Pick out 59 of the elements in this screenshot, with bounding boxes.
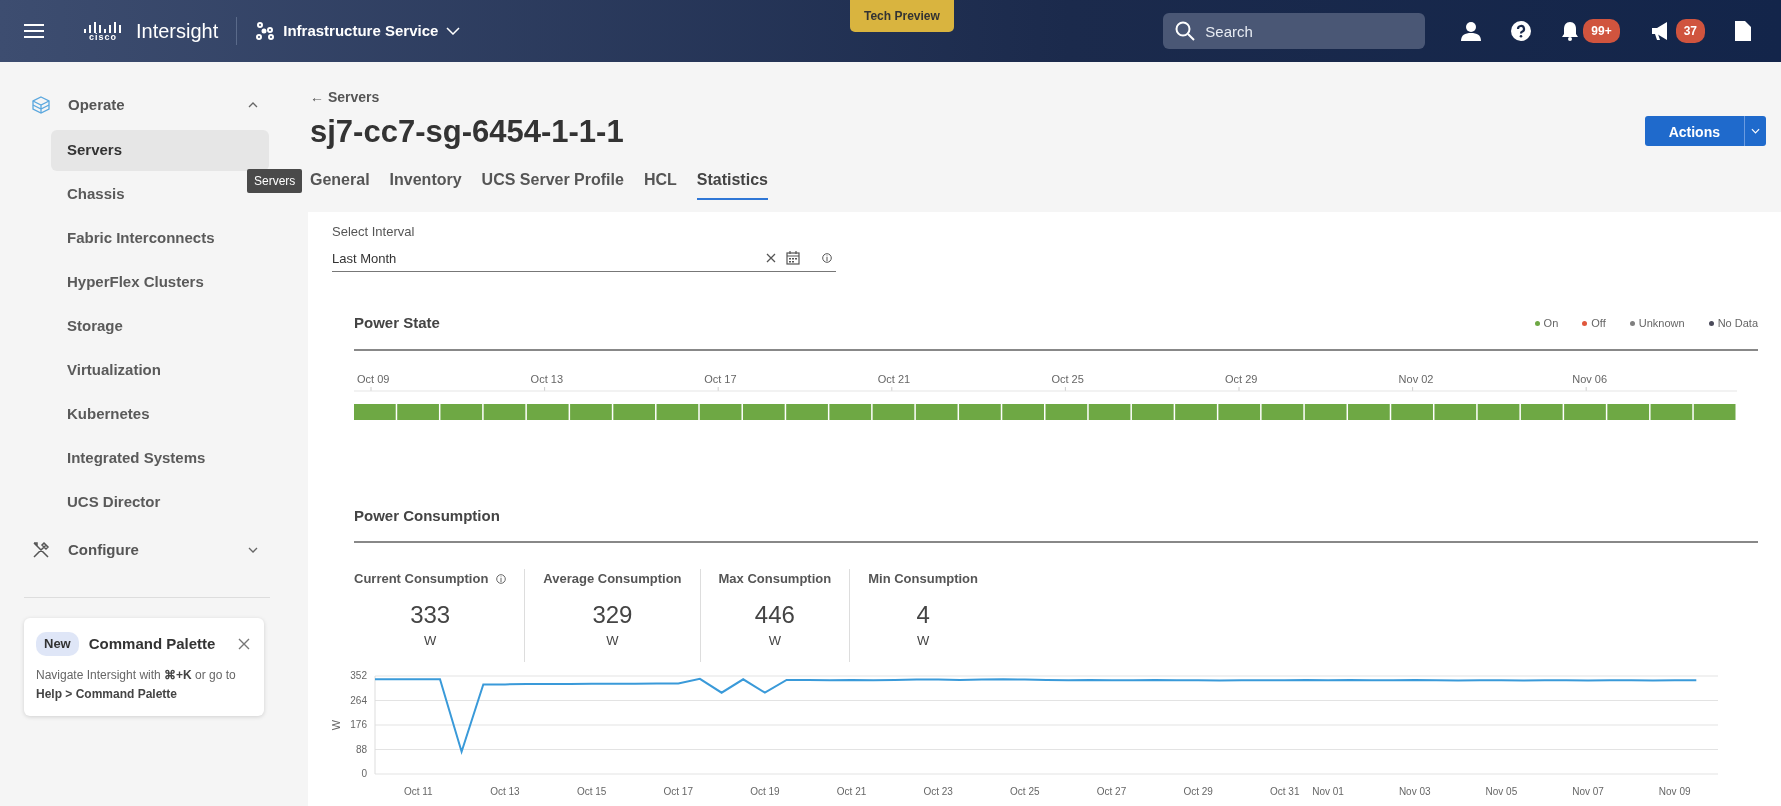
section-title: Power State: [354, 313, 440, 334]
y-axis-label: W: [330, 720, 342, 731]
x-tick-label: Oct 31: [1270, 786, 1300, 798]
y-tick-label: 352: [350, 670, 367, 682]
metric-value: 446: [753, 602, 796, 627]
card-title: Command Palette: [88, 633, 216, 654]
legend-label: No Data: [1717, 316, 1758, 332]
x-tick-label: Oct 21: [836, 786, 867, 798]
tech-preview-badge: Tech Preview: [850, 0, 954, 32]
metric-label: Average Consumption: [543, 570, 682, 589]
tooltip: Servers: [247, 169, 303, 193]
axis-label: Oct 13: [530, 372, 563, 385]
metric-unit: W: [915, 631, 931, 650]
x-tick-label: Nov 09: [1658, 786, 1691, 798]
x-tick-label: Oct 23: [923, 786, 953, 798]
metric-value: 329: [591, 602, 634, 627]
notification-count: 99+: [1583, 19, 1620, 43]
section-title: Power Consumption: [354, 505, 500, 526]
metric-unit: W: [605, 631, 620, 650]
x-tick-label: Oct 17: [663, 786, 693, 798]
app-name: Intersight: [136, 19, 219, 44]
y-tick-label: 176: [350, 719, 367, 731]
axis-label: Oct 09: [357, 372, 390, 385]
new-tag: New: [36, 632, 79, 656]
axis-label: Nov 06: [1572, 372, 1608, 385]
x-tick-label: Oct 11: [403, 786, 433, 798]
x-tick-label: Oct 13: [490, 786, 520, 798]
x-tick-label: Nov 07: [1572, 786, 1604, 798]
axis-label: Oct 21: [877, 372, 911, 385]
x-tick-label: Oct 27: [1096, 786, 1127, 798]
logo-text: cisco: [89, 32, 117, 42]
legend-label: Off: [1591, 316, 1606, 332]
x-tick-label: Nov 05: [1485, 786, 1518, 798]
legend-label: On: [1543, 316, 1559, 332]
axis-label: Oct 17: [704, 372, 737, 385]
axis-label: Nov 02: [1398, 372, 1434, 385]
metric-label: Max Consumption: [718, 570, 832, 589]
axis-label: Oct 25: [1051, 372, 1084, 385]
metric-value: 333: [409, 602, 452, 627]
x-tick-label: Oct 19: [750, 786, 780, 798]
x-tick-label: Nov 03: [1398, 786, 1431, 798]
x-tick-label: Oct 25: [1010, 786, 1040, 798]
y-tick-label: 0: [361, 768, 367, 780]
legend-label: Unknown: [1638, 316, 1685, 332]
y-tick-label: 88: [355, 743, 367, 755]
y-tick-label: 264: [350, 694, 367, 706]
x-tick-label: Nov 01: [1312, 786, 1344, 798]
metric-label: Min Consumption: [868, 570, 978, 589]
metric-label: Current Consumption: [354, 570, 489, 589]
field-label: Select Interval: [332, 223, 416, 242]
x-tick-label: Oct 15: [576, 786, 607, 798]
metric-unit: W: [423, 631, 438, 650]
metric-value: 4: [915, 602, 931, 627]
x-tick-label: Oct 29: [1183, 786, 1213, 798]
page-title: sj7-cc7-sg-6454-1-1-1: [310, 113, 624, 151]
announcement-count: 37: [1675, 19, 1705, 43]
card-text: Navigate Intersight with ⌘+K or go to Help > Command Palette: [36, 666, 237, 703]
metric-unit: W: [767, 631, 782, 650]
axis-label: Oct 29: [1225, 372, 1258, 385]
